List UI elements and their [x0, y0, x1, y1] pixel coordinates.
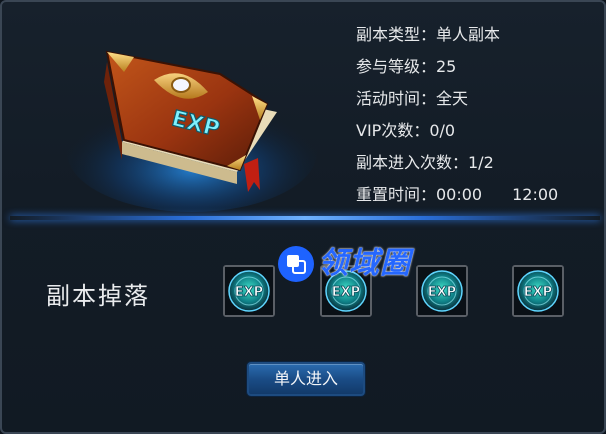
- exp-orb-icon: EXP: [225, 267, 273, 315]
- drop-item-4[interactable]: EXP: [512, 265, 564, 317]
- drop-item-3-label: EXP: [428, 285, 456, 300]
- enter-solo-button[interactable]: 单人进入: [247, 362, 365, 396]
- watermark: 领域圈: [278, 242, 468, 286]
- dungeon-panel: EXP 副本类型：单人副本 参与等级：25 活动时间：全天 VIP次数：0/0 …: [0, 0, 606, 434]
- section-divider: [10, 216, 600, 220]
- entry-count-text: 副本进入次数：1/2: [356, 153, 494, 172]
- dungeon-info-list: 副本类型：单人副本 参与等级：25 活动时间：全天 VIP次数：0/0 副本进入…: [356, 24, 558, 216]
- reset-time-second: 12:00: [512, 185, 559, 204]
- drop-item-4-label: EXP: [524, 285, 552, 300]
- vip-times-text: VIP次数：0/0: [356, 121, 456, 140]
- reset-time-row: 重置时间：00:00 12:00: [356, 184, 558, 216]
- reset-time-label: 重置时间：00:00: [356, 185, 483, 204]
- dungeon-info-section: EXP 副本类型：单人副本 参与等级：25 活动时间：全天 VIP次数：0/0 …: [2, 2, 606, 216]
- activity-time-text: 活动时间：全天: [356, 89, 469, 108]
- drop-item-1-label: EXP: [235, 285, 263, 300]
- required-level-text: 参与等级：25: [356, 57, 457, 76]
- drops-title: 副本掉落: [46, 282, 150, 310]
- dungeon-type-text: 副本类型：单人副本: [356, 25, 501, 44]
- exp-orb-icon: EXP: [514, 267, 562, 315]
- watermark-text: 领域圈: [318, 246, 411, 281]
- exp-book-icon: EXP: [62, 22, 322, 212]
- watermark-logo-icon: [278, 246, 314, 282]
- drop-item-1[interactable]: EXP: [223, 265, 275, 317]
- drop-item-2-label: EXP: [332, 285, 360, 300]
